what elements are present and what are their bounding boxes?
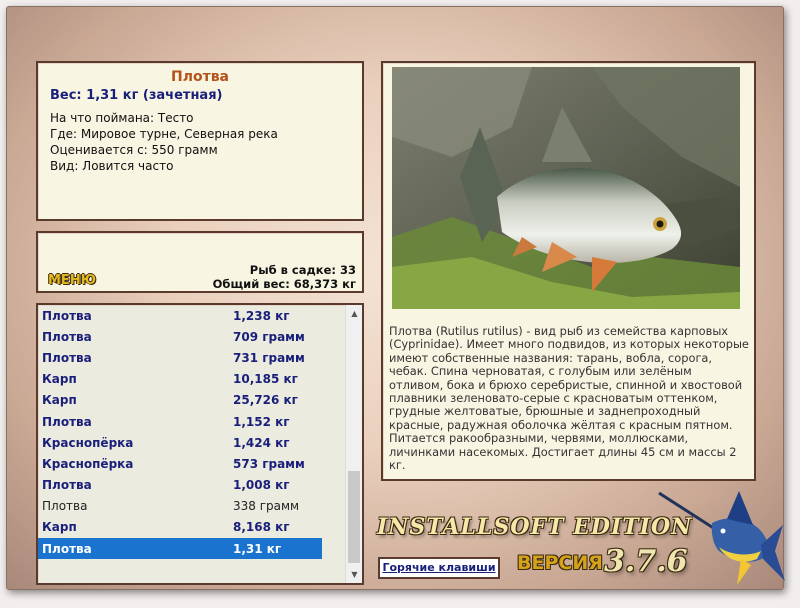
list-item[interactable]: Карп 8,168 кг [38, 517, 346, 538]
list-item[interactable]: Плотва 1,238 кг [38, 305, 346, 326]
stats-summary: Рыб в садке: 33 Общий вес: 68,373 кг [213, 263, 356, 291]
list-item-name: Краснопёрка [42, 435, 134, 450]
list-item-name: Плотва [42, 350, 92, 365]
list-item-name: Плотва [42, 414, 92, 429]
list-item-weight: 1,31 кг [233, 541, 282, 556]
list-scrollbar[interactable]: ▲ ▼ [345, 305, 362, 583]
list-item-weight: 338 грамм [233, 499, 300, 514]
catch-list[interactable]: Плотва 1,238 кг Плотва 709 грамм Плотва 731 г… [36, 303, 364, 585]
scroll-up-icon[interactable]: ▲ [346, 305, 362, 322]
list-item-weight: 10,185 кг [233, 372, 298, 387]
menu-button[interactable]: МЕНЮ [48, 273, 96, 288]
edition-banner: INSTALLSOFT EDITION [377, 514, 693, 540]
fish-info-panel: Плотва Вес: 1,31 кг (зачетная) На что по… [36, 61, 364, 221]
marlin-icon [658, 491, 785, 585]
app-window: Плотва Вес: 1,31 кг (зачетная) На что по… [6, 6, 785, 590]
list-item[interactable]: Карп 25,726 кг [38, 390, 346, 411]
catch-list-rows: Плотва 1,238 кг Плотва 709 грамм Плотва 731 г… [38, 305, 346, 583]
fish-photo-panel: Плотва (Rutilus rutilus) - вид рыб из се… [381, 61, 756, 481]
fish-bait: На что поймана: Тесто [50, 111, 194, 125]
fish-valued-from: Оценивается с: 550 грамм [50, 143, 218, 157]
list-item-weight: 1,424 кг [233, 435, 290, 450]
list-item[interactable]: Плотва 1,008 кг [38, 475, 346, 496]
list-item[interactable]: Плотва 338 грамм [38, 496, 346, 517]
list-item[interactable]: Плотва 709 грамм [38, 326, 346, 347]
version-label: ВЕРСИЯ [517, 552, 603, 574]
list-item-weight: 573 грамм [233, 456, 305, 471]
list-item-name: Карп [42, 372, 77, 387]
list-item-name: Плотва [42, 478, 92, 493]
list-item-name: Карп [42, 520, 77, 535]
list-item-weight: 1,008 кг [233, 478, 290, 493]
fish-weight: Вес: 1,31 кг (зачетная) [50, 88, 223, 103]
list-item-weight: 8,168 кг [233, 520, 290, 535]
list-item[interactable]: Плотва 1,31 кг [38, 538, 322, 560]
list-item-weight: 1,152 кг [233, 414, 290, 429]
fish-location: Где: Мировое турне, Северная река [50, 127, 278, 141]
list-item-name: Плотва [42, 499, 88, 514]
fish-photo-image [392, 67, 740, 309]
list-item-name: Плотва [42, 541, 92, 556]
list-item[interactable]: Краснопёрка 573 грамм [38, 453, 346, 474]
scroll-down-icon[interactable]: ▼ [346, 566, 362, 583]
list-item-weight: 731 грамм [233, 350, 305, 365]
list-item[interactable]: Плотва 731 грамм [38, 347, 346, 368]
list-item[interactable]: Краснопёрка 1,424 кг [38, 432, 346, 453]
list-item-name: Плотва [42, 308, 92, 323]
list-item-weight: 25,726 кг [233, 393, 298, 408]
scrollbar-thumb[interactable] [348, 471, 360, 563]
list-item-weight: 709 грамм [233, 329, 305, 344]
list-item[interactable]: Плотва 1,152 кг [38, 411, 346, 432]
fish-title: Плотва [170, 69, 229, 85]
stats-panel: МЕНЮ Рыб в садке: 33 Общий вес: 68,373 к… [36, 231, 364, 293]
fish-description: Плотва (Rutilus rutilus) - вид рыб из се… [389, 324, 749, 473]
hotkeys-button[interactable]: Горячие клавиши [378, 557, 500, 579]
fish-count: Рыб в садке: 33 [249, 263, 356, 277]
fish-photo [392, 67, 740, 309]
list-item-name: Плотва [42, 329, 92, 344]
total-weight: Общий вес: 68,373 кг [212, 277, 356, 291]
list-item-name: Карп [42, 393, 77, 408]
list-item-name: Краснопёрка [42, 456, 134, 471]
list-item[interactable]: Карп 10,185 кг [38, 369, 346, 390]
fish-kind: Вид: Ловится часто [50, 159, 174, 173]
list-item-weight: 1,238 кг [233, 308, 290, 323]
